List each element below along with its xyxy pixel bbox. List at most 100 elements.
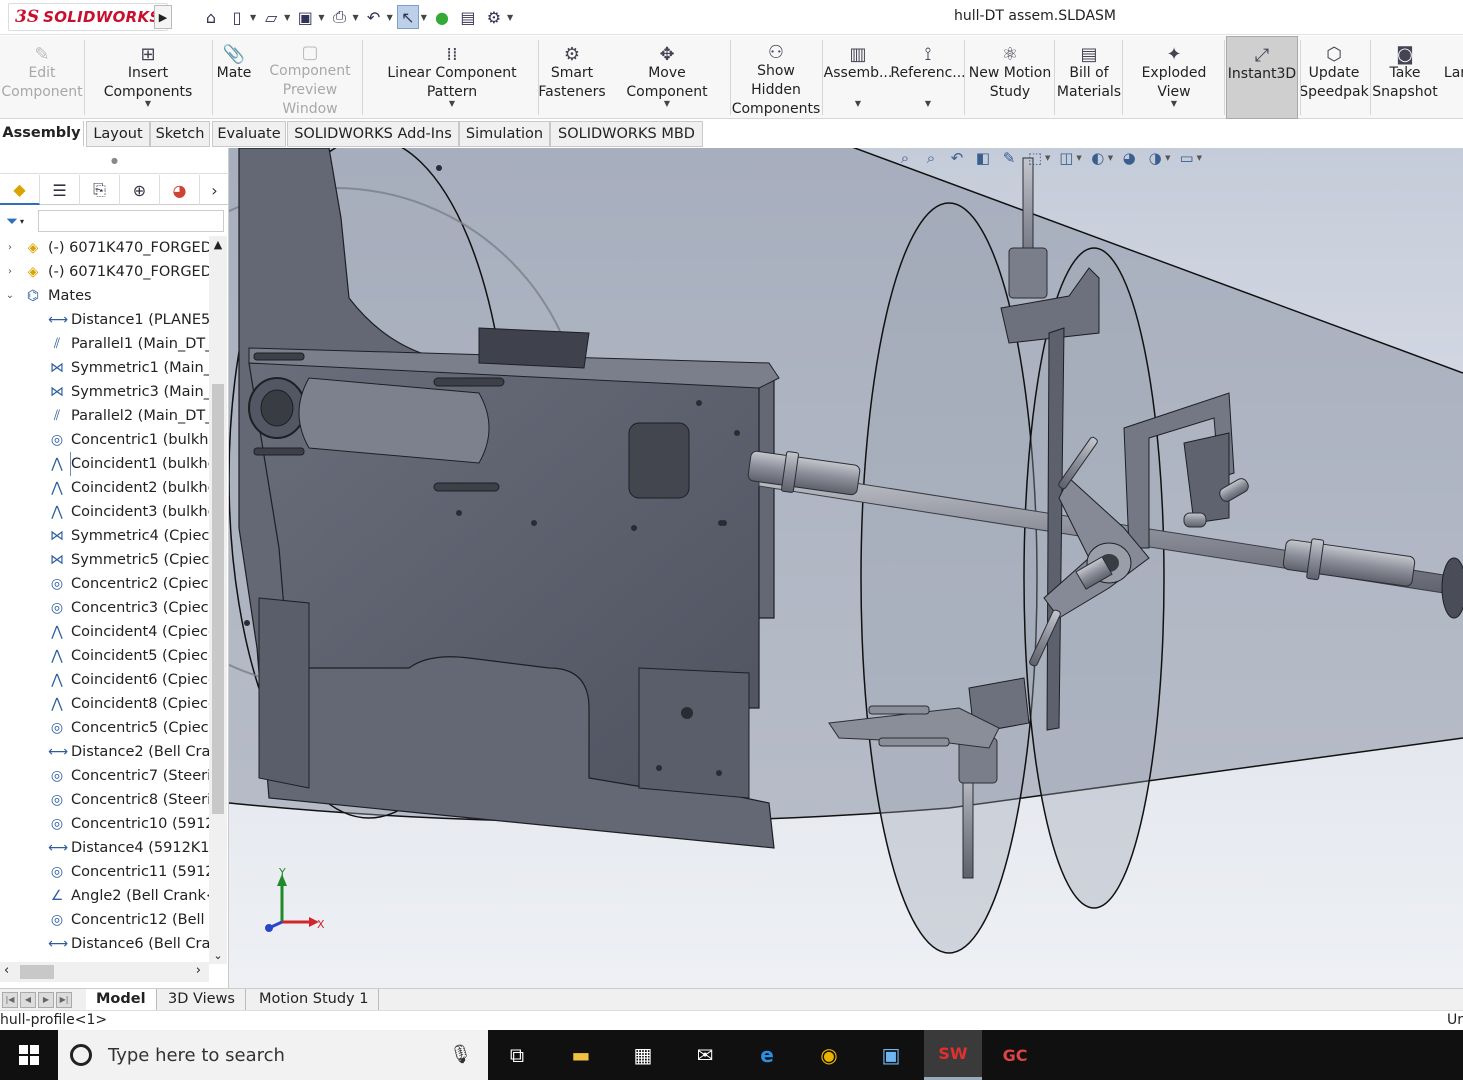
new-motion-study-button[interactable]: ⚛ New Motion Study [968, 36, 1052, 119]
smart-fasteners-button[interactable]: ⚙ Smart Fasteners [538, 36, 605, 119]
tree-item[interactable]: ⋈ Symmetric3 (Main_D [0, 380, 209, 404]
insert-components-button[interactable]: ⊞ Insert Components ▼ [86, 36, 210, 119]
dimxpert-manager-tab-icon[interactable]: ⊕ [120, 175, 160, 205]
undo-dropdown-icon[interactable]: ▼ [387, 13, 393, 22]
linear-component-pattern-button[interactable]: ⁞⁞ Linear Component Pattern ▼ [366, 36, 538, 119]
tree-item[interactable]: ◎ Concentric7 (Steering [0, 764, 209, 788]
remote-desktop-icon[interactable]: ▣ [862, 1030, 920, 1080]
select-icon[interactable]: ↖ [396, 5, 419, 29]
display-manager-tab-icon[interactable]: ◕ [160, 175, 200, 205]
instant3d-button[interactable]: ⤢ Instant3D [1226, 36, 1298, 119]
tree-item[interactable]: ⋀ Coincident8 (Cpiece [0, 692, 209, 716]
large-assembly-button[interactable]: Lar [1440, 36, 1463, 119]
scroll-thumb[interactable] [212, 384, 224, 814]
tree-item[interactable]: › ◈ (-) 6071K470_FORGED C [0, 236, 209, 260]
prev-tab-icon[interactable]: ◀ [20, 992, 36, 1008]
tree-item[interactable]: ⋀ Coincident5 (Cpiece [0, 644, 209, 668]
expand-arrow-icon[interactable]: ⌄ [3, 284, 17, 308]
move-component-button[interactable]: ✥ Move Component ▼ [606, 36, 728, 119]
tree-item[interactable]: ⫽ Parallel1 (Main_DT_A [0, 332, 209, 356]
apply-scene-dropdown-icon[interactable]: ▼ [1165, 154, 1170, 162]
task-view-icon[interactable]: ⧉ [488, 1030, 546, 1080]
tree-item[interactable]: ∠ Angle2 (Bell Crank<1 [0, 884, 209, 908]
tab-solidworks-mbd[interactable]: SOLIDWORKS MBD [550, 121, 703, 147]
reference-geometry-button[interactable]: ⟟ Referenc... ▼ [890, 36, 965, 119]
tree-item[interactable]: ◎ Concentric8 (Steering [0, 788, 209, 812]
tab-motion-study-1[interactable]: Motion Study 1 [249, 989, 380, 1011]
move-component-dropdown-icon[interactable]: ▼ [664, 94, 670, 113]
edit-component-button[interactable]: ✎ Edit Component [0, 36, 84, 119]
print-icon[interactable]: ⎙ [328, 5, 350, 29]
options-dropdown-icon[interactable]: ▼ [507, 13, 513, 22]
tree-item[interactable]: › ◈ (-) 6071K470_FORGED C [0, 260, 209, 284]
status-units[interactable]: Ur [1447, 1011, 1463, 1030]
display-style-icon[interactable]: ◫ [1056, 149, 1076, 167]
start-button[interactable] [0, 1030, 58, 1080]
tree-item[interactable]: ◎ Concentric2 (Cpiece [0, 572, 209, 596]
first-tab-icon[interactable]: |◀ [2, 992, 18, 1008]
taskbar-search[interactable]: Type here to search 🎙 [58, 1030, 488, 1080]
open-dropdown-icon[interactable]: ▼ [284, 13, 290, 22]
tree-item[interactable]: ◎ Concentric5 (Cpiece [0, 716, 209, 740]
zoom-to-fit-icon[interactable]: ⌕ [895, 149, 915, 167]
solidworks-taskbar-icon[interactable]: SW [924, 1030, 982, 1080]
section-view-icon[interactable]: ◧ [973, 149, 993, 167]
exploded-view-button[interactable]: ✦ Exploded View ▼ [1126, 36, 1222, 119]
assembly-features-dropdown-icon[interactable]: ▼ [855, 94, 861, 113]
view-settings-icon[interactable]: ▭ [1177, 149, 1197, 167]
print-dropdown-icon[interactable]: ▼ [352, 13, 358, 22]
tree-item[interactable]: ⋀ Coincident6 (Cpiece [0, 668, 209, 692]
microphone-icon[interactable]: 🎙 [449, 1044, 472, 1065]
assembly-model[interactable] [229, 148, 1463, 988]
tree-item[interactable]: ⋀ Coincident3 (bulkhea [0, 500, 209, 524]
scroll-up-icon[interactable]: ▲ [209, 238, 227, 251]
bill-of-materials-button[interactable]: ▤ Bill of Materials [1057, 36, 1121, 119]
filter-dropdown-icon[interactable]: ▾ [20, 217, 24, 226]
dynamic-annotation-icon[interactable]: ✎ [999, 149, 1019, 167]
traffic-light-icon[interactable]: ● [431, 5, 453, 29]
manager-tabs-more-icon[interactable]: › [200, 175, 229, 205]
undo-icon[interactable]: ↶ [363, 5, 385, 29]
tree-item[interactable]: ⋀ Coincident4 (Cpiece [0, 620, 209, 644]
tab-evaluate[interactable]: Evaluate [212, 121, 286, 147]
select-dropdown-icon[interactable]: ▼ [421, 13, 427, 22]
last-tab-icon[interactable]: ▶| [56, 992, 72, 1008]
apply-scene-icon[interactable]: ◑ [1145, 149, 1165, 167]
insert-components-dropdown-icon[interactable]: ▼ [145, 94, 151, 113]
tab-simulation[interactable]: Simulation [459, 121, 550, 147]
linear-component-pattern-dropdown-icon[interactable]: ▼ [449, 94, 455, 113]
options-icon[interactable]: ⚙ [483, 5, 505, 29]
tree-item[interactable]: ⋀ Coincident2 (bulkhea [0, 476, 209, 500]
tree-item[interactable]: ⌄ ⌬ Mates [0, 284, 209, 308]
tab-solidworks-add-ins[interactable]: SOLIDWORKS Add-Ins [287, 121, 459, 147]
save-icon[interactable]: ▣ [294, 5, 316, 29]
tree-vertical-scrollbar[interactable]: ▲ ⌄ [209, 236, 227, 964]
tab-model[interactable]: Model [86, 989, 157, 1011]
show-hidden-components-button[interactable]: ⚇ Show Hidden Components [732, 36, 821, 119]
save-dropdown-icon[interactable]: ▼ [318, 13, 324, 22]
property-manager-tab-icon[interactable]: ☰ [40, 175, 80, 205]
store-icon[interactable]: ▦ [614, 1030, 672, 1080]
tree-item[interactable]: ⟷Distance1 (PLANE5,M [0, 308, 209, 332]
tree-item[interactable]: ◎ Concentric12 (Bell Cr [0, 908, 209, 932]
next-tab-icon[interactable]: ▶ [38, 992, 54, 1008]
tree-item[interactable]: ⋈ Symmetric5 (Cpiece [0, 548, 209, 572]
tree-item[interactable]: ⟷ Distance2 (Bell Cranl [0, 740, 209, 764]
view-settings-dropdown-icon[interactable]: ▼ [1197, 154, 1202, 162]
scroll-down-icon[interactable]: ⌄ [209, 949, 227, 962]
tree-item[interactable]: ⋈ Symmetric1 (Main_D [0, 356, 209, 380]
new-dropdown-icon[interactable]: ▼ [250, 13, 256, 22]
tree-item[interactable]: ⋀ Coincident1 (bulkhea [0, 452, 209, 476]
component-preview-window-button[interactable]: ▢ Component Preview Window [258, 36, 362, 119]
edge-icon[interactable]: e [738, 1030, 796, 1080]
assembly-features-button[interactable]: ▥ Assemb... ▼ [824, 36, 893, 119]
tree-item[interactable]: ◎ Concentric1 (bulkhea [0, 428, 209, 452]
solidworks-logo[interactable]: 3S SOLIDWORKS [8, 3, 168, 31]
hide-show-items-icon[interactable]: ◐ [1088, 149, 1108, 167]
hide-show-items-dropdown-icon[interactable]: ▼ [1108, 154, 1113, 162]
chrome-icon[interactable]: ◉ [800, 1030, 858, 1080]
menu-expand-arrow-icon[interactable]: ▶ [154, 5, 172, 29]
mate-button[interactable]: 📎 Mate [212, 36, 256, 119]
configuration-manager-tab-icon[interactable]: ⎘ [80, 175, 120, 205]
view-orientation-dropdown-icon[interactable]: ▼ [1045, 154, 1050, 162]
